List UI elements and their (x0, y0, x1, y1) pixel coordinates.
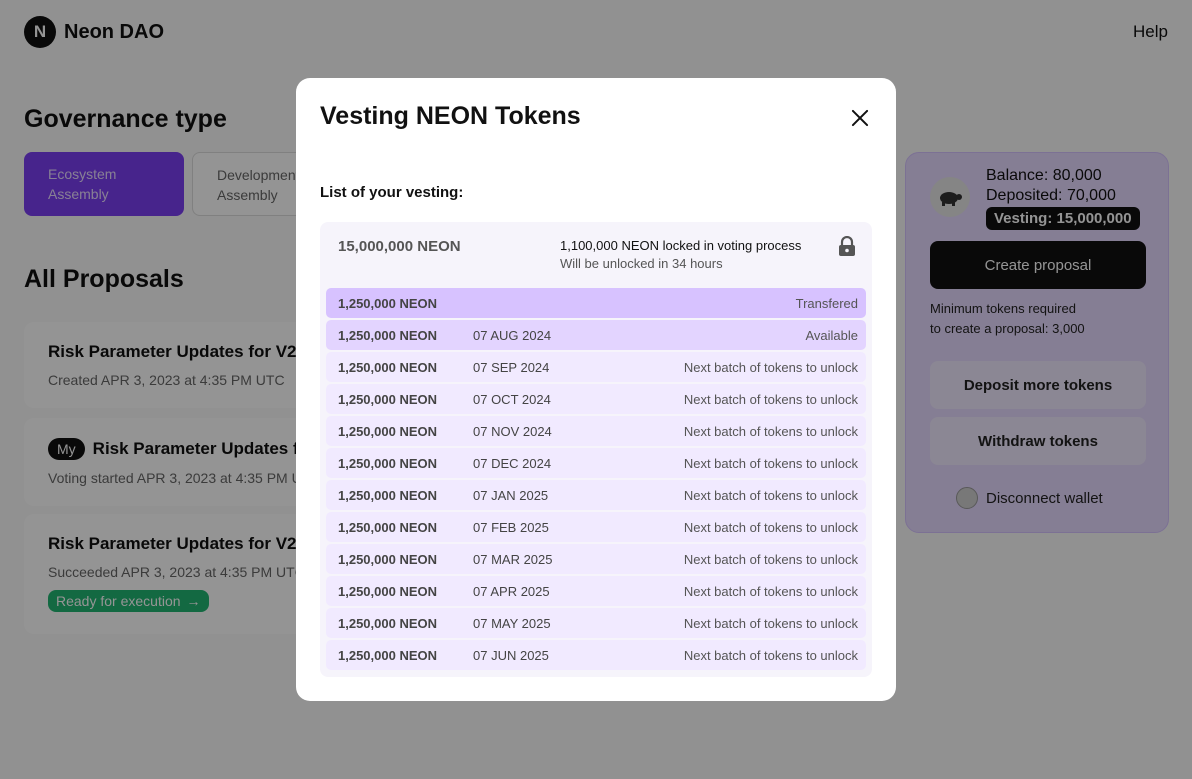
row-date: 07 OCT 2024 (473, 391, 551, 407)
modal-title: Vesting NEON Tokens (320, 102, 581, 130)
locked-info: 1,100,000 NEON locked in voting process (560, 238, 802, 253)
row-amount: 1,250,000 NEON (338, 423, 438, 439)
row-date: 07 SEP 2024 (473, 359, 550, 375)
vesting-row: 1,250,000 NEON 07 OCT 2024 Next batch of… (326, 384, 866, 414)
row-status: Next batch of tokens to unlock (683, 647, 858, 663)
vesting-modal: Vesting NEON Tokens List of your vesting… (296, 78, 896, 701)
unlock-time: Will be unlocked in 34 hours (560, 256, 723, 271)
row-date: 07 FEB 2025 (473, 519, 549, 535)
row-amount: 1,250,000 NEON (338, 551, 438, 567)
row-status: Next batch of tokens to unlock (683, 359, 858, 375)
row-status: Next batch of tokens to unlock (683, 391, 858, 407)
row-amount: 1,250,000 NEON (338, 647, 438, 663)
vesting-list: 15,000,000 NEON 1,100,000 NEON locked in… (320, 222, 872, 677)
row-amount: 1,250,000 NEON (338, 615, 438, 631)
vesting-row[interactable]: 1,250,000 NEON 07 AUG 2024 Available (326, 320, 866, 350)
row-status: Next batch of tokens to unlock (683, 423, 858, 439)
row-amount: 1,250,000 NEON (338, 391, 438, 407)
vesting-row: 1,250,000 NEON 07 JAN 2025 Next batch of… (326, 480, 866, 510)
row-date: 07 MAY 2025 (473, 615, 551, 631)
row-date: 07 JUN 2025 (473, 647, 549, 663)
row-amount: 1,250,000 NEON (338, 487, 438, 503)
row-amount: 1,250,000 NEON (338, 295, 438, 311)
vesting-list-heading: List of your vesting: (320, 184, 464, 201)
vesting-row: 1,250,000 NEON 07 MAR 2025 Next batch of… (326, 544, 866, 574)
row-amount: 1,250,000 NEON (338, 455, 438, 471)
row-date: 07 MAR 2025 (473, 551, 553, 567)
row-date: 07 APR 2025 (473, 583, 550, 599)
row-status: Next batch of tokens to unlock (683, 551, 858, 567)
vesting-total: 15,000,000 NEON (338, 238, 461, 255)
row-date: 07 DEC 2024 (473, 455, 552, 471)
vesting-row: 1,250,000 NEON 07 MAY 2025 Next batch of… (326, 608, 866, 638)
vesting-row: 1,250,000 NEON Transfered (326, 288, 866, 318)
vesting-row: 1,250,000 NEON 07 DEC 2024 Next batch of… (326, 448, 866, 478)
row-amount: 1,250,000 NEON (338, 359, 438, 375)
close-icon[interactable] (848, 106, 872, 130)
row-amount: 1,250,000 NEON (338, 519, 438, 535)
row-amount: 1,250,000 NEON (338, 583, 438, 599)
row-status: Next batch of tokens to unlock (683, 519, 858, 535)
row-status: Next batch of tokens to unlock (683, 487, 858, 503)
lock-icon (839, 236, 855, 256)
vesting-row: 1,250,000 NEON 07 FEB 2025 Next batch of… (326, 512, 866, 542)
row-date: 07 AUG 2024 (473, 327, 552, 343)
row-status: Next batch of tokens to unlock (683, 455, 858, 471)
row-date: 07 NOV 2024 (473, 423, 552, 439)
row-date: 07 JAN 2025 (473, 487, 549, 503)
vesting-rows: 1,250,000 NEON Transfered 1,250,000 NEON… (326, 288, 866, 672)
row-status: Available (805, 327, 858, 343)
vesting-row: 1,250,000 NEON 07 SEP 2024 Next batch of… (326, 352, 866, 382)
row-status: Next batch of tokens to unlock (683, 615, 858, 631)
row-status: Next batch of tokens to unlock (683, 583, 858, 599)
vesting-row: 1,250,000 NEON 07 APR 2025 Next batch of… (326, 576, 866, 606)
vesting-row: 1,250,000 NEON 07 JUN 2025 Next batch of… (326, 640, 866, 670)
row-status: Transfered (795, 295, 858, 311)
vesting-row: 1,250,000 NEON 07 NOV 2024 Next batch of… (326, 416, 866, 446)
row-amount: 1,250,000 NEON (338, 327, 438, 343)
